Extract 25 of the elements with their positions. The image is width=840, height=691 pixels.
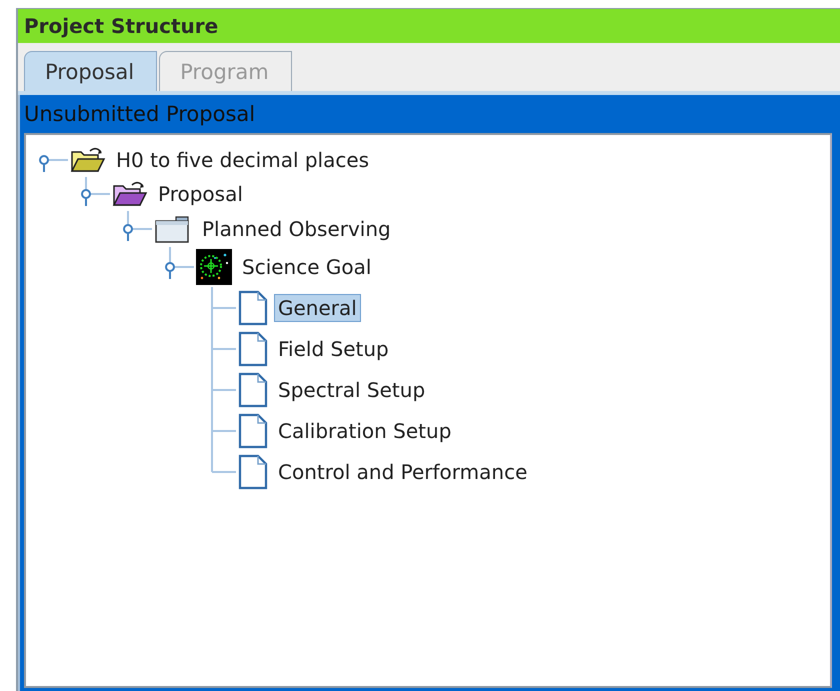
- open-folder-icon: [112, 180, 148, 208]
- collapse-handle-icon[interactable]: [80, 188, 92, 208]
- open-folder-icon: [70, 146, 106, 174]
- collapse-handle-icon[interactable]: [122, 223, 134, 243]
- tree-item[interactable]: Proposal: [154, 180, 247, 208]
- tree-item[interactable]: H0 to five decimal places: [112, 146, 374, 174]
- collapse-handle-icon[interactable]: [38, 154, 50, 174]
- document-icon: [238, 454, 268, 490]
- panel-title: Unsubmitted Proposal: [24, 101, 256, 128]
- tree-item[interactable]: Science Goal: [238, 253, 376, 281]
- tree-item[interactable]: Planned Observing: [198, 215, 395, 243]
- tree-item[interactable]: General: [274, 294, 361, 322]
- tree-item[interactable]: Calibration Setup: [274, 416, 456, 444]
- window-title: Project Structure: [18, 9, 840, 43]
- folder-icon: [154, 214, 192, 244]
- document-icon: [238, 372, 268, 408]
- tree-item[interactable]: Control and Performance: [274, 458, 532, 486]
- document-icon: [238, 330, 268, 366]
- tree-item[interactable]: Spectral Setup: [274, 376, 430, 404]
- tree-item[interactable]: Field Setup: [274, 334, 393, 362]
- document-icon: [238, 290, 268, 326]
- target-icon: [196, 249, 232, 285]
- tab[interactable]: Proposal: [24, 51, 158, 91]
- collapse-handle-icon[interactable]: [164, 261, 176, 281]
- document-icon: [238, 412, 268, 448]
